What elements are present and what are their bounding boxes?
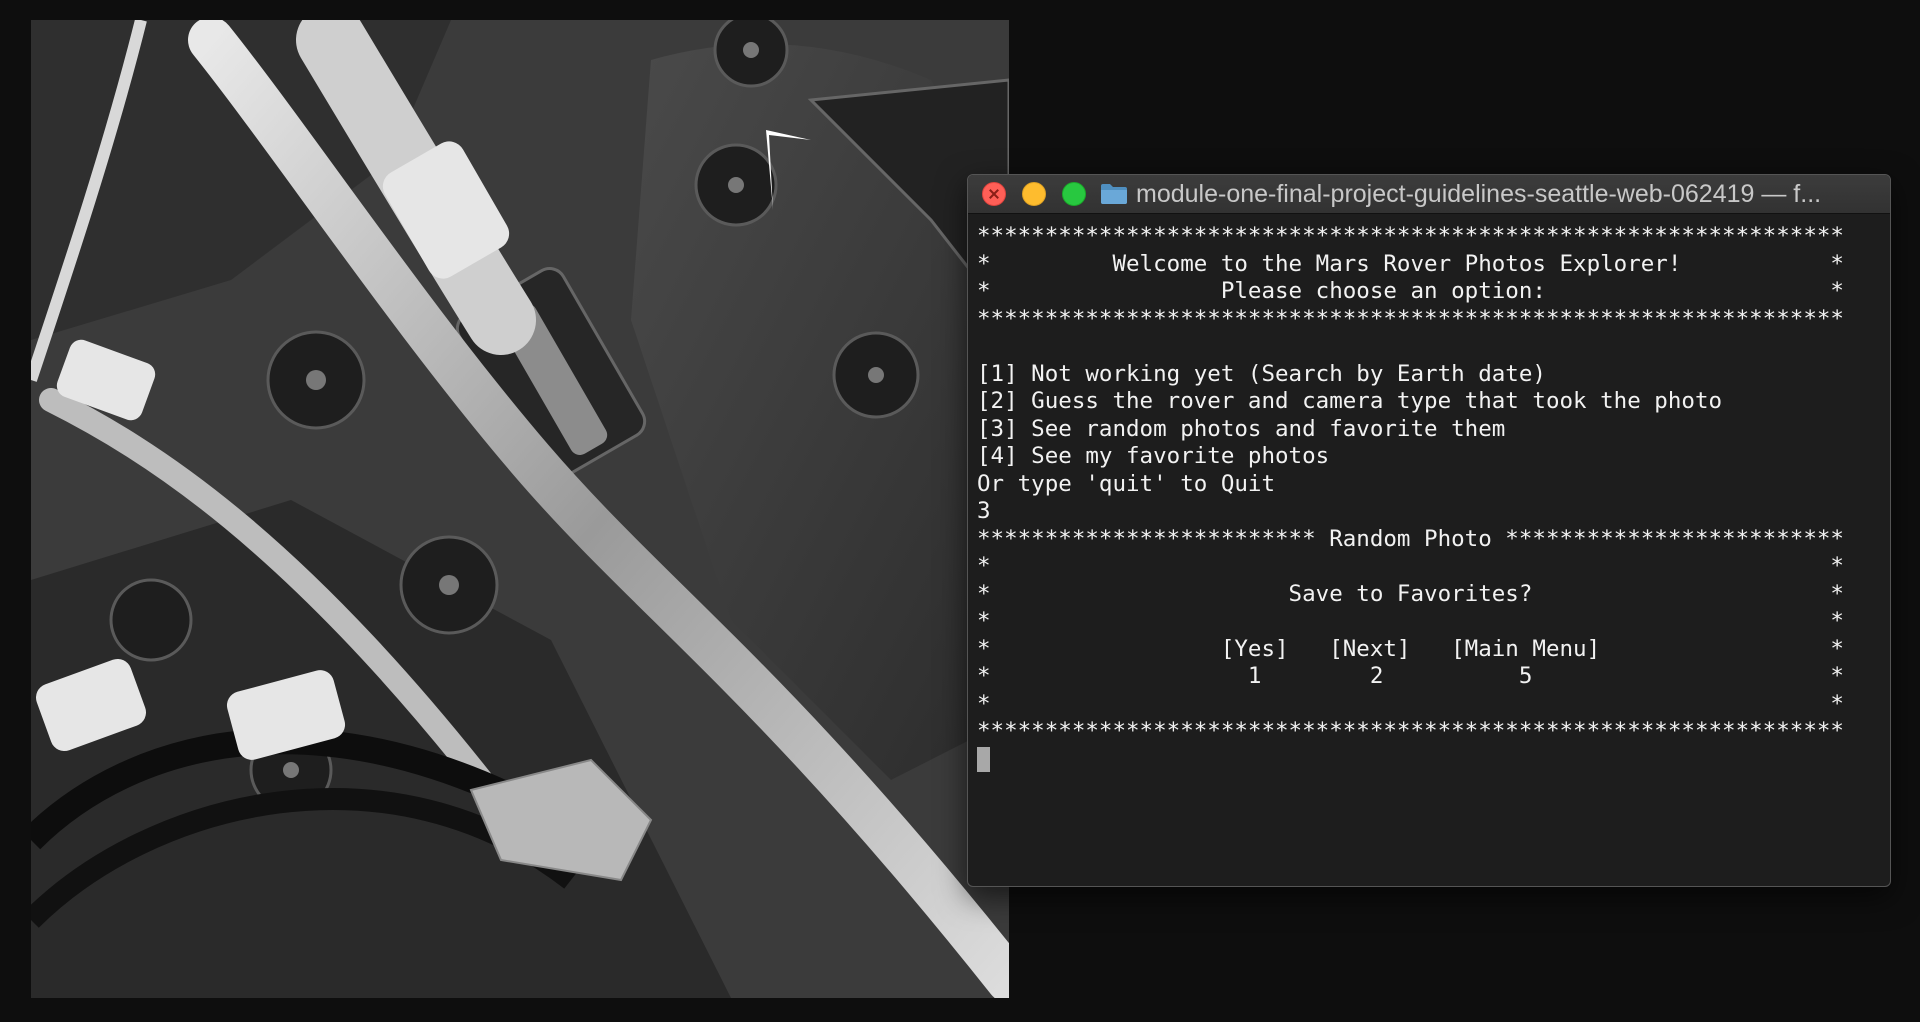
terminal-window[interactable]: module-one-final-project-guidelines-seat… — [967, 174, 1891, 887]
terminal-line: ****************************************… — [977, 718, 1844, 744]
minimize-window-button[interactable] — [1022, 182, 1046, 206]
terminal-line: * Welcome to the Mars Rover Photos Explo… — [977, 250, 1844, 277]
terminal-line: [3] See random photos and favorite them — [977, 415, 1506, 442]
rover-hardware-image — [31, 20, 1009, 998]
terminal-line: * Save to Favorites? * — [977, 580, 1844, 607]
terminal-line: ****************************************… — [977, 223, 1844, 249]
terminal-line: * [Yes] [Next] [Main Menu] * — [977, 635, 1844, 662]
window-titlebar[interactable]: module-one-final-project-guidelines-seat… — [968, 175, 1890, 214]
terminal-line: * 1 2 5 * — [977, 663, 1844, 689]
terminal-line: ************************* Random Photo *… — [977, 525, 1844, 552]
desktop: module-one-final-project-guidelines-seat… — [0, 0, 1920, 1022]
close-window-button[interactable] — [982, 182, 1006, 206]
terminal-prompt-line[interactable] — [977, 746, 1890, 774]
terminal-line: Or type 'quit' to Quit — [977, 470, 1276, 497]
terminal-line: [2] Guess the rover and camera type that… — [977, 388, 1723, 414]
terminal-line: * * — [977, 553, 1844, 579]
terminal-line: * * — [977, 690, 1844, 717]
text-cursor[interactable] — [977, 746, 990, 772]
maximize-window-button[interactable] — [1062, 182, 1086, 206]
terminal-output[interactable]: ****************************************… — [968, 214, 1890, 773]
terminal-line: [4] See my favorite photos — [977, 443, 1330, 469]
folder-icon — [1100, 183, 1128, 205]
terminal-line: 3 — [977, 498, 991, 524]
terminal-line: * * — [977, 608, 1844, 634]
terminal-line: * Please choose an option: * — [977, 278, 1844, 304]
terminal-line: [1] Not working yet (Search by Earth dat… — [977, 360, 1546, 387]
mars-rover-photo — [31, 20, 1009, 998]
terminal-line: ****************************************… — [977, 305, 1844, 332]
window-title: module-one-final-project-guidelines-seat… — [1136, 179, 1822, 208]
